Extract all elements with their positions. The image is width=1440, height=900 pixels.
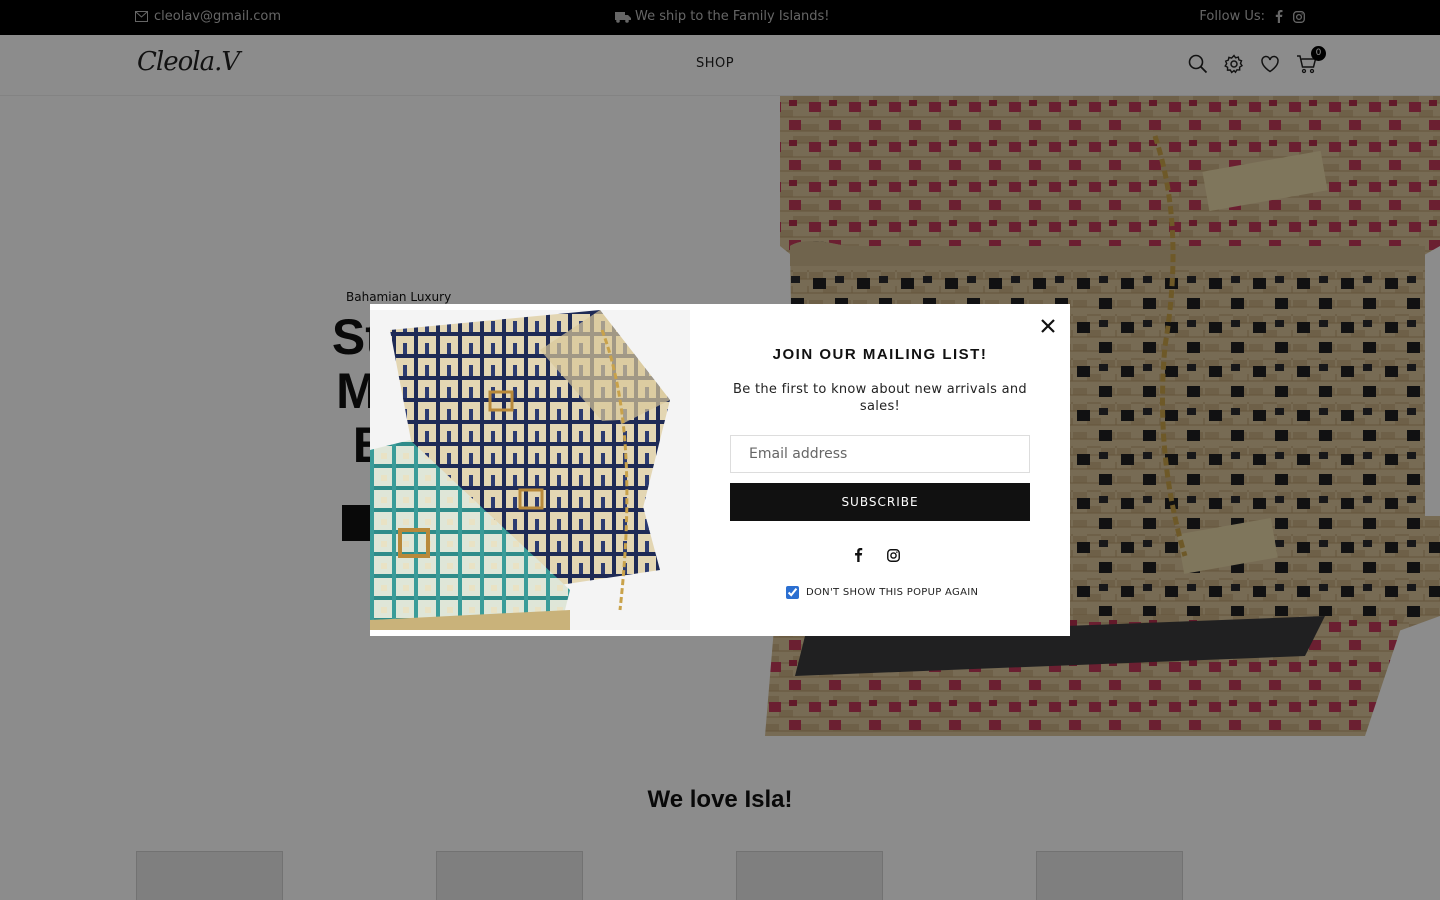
- facebook-icon[interactable]: [854, 547, 863, 566]
- instagram-icon[interactable]: [887, 547, 900, 566]
- dont-show-again-checkbox[interactable]: [786, 586, 799, 599]
- close-icon[interactable]: [1038, 316, 1058, 336]
- dont-show-again[interactable]: DON'T SHOW THIS POPUP AGAIN: [786, 586, 978, 599]
- email-field[interactable]: [730, 435, 1030, 473]
- popup-image-straw-bags: [370, 310, 690, 630]
- popup-title: JOIN OUR MAILING LIST!: [772, 346, 988, 363]
- popup-social-links: [854, 547, 900, 566]
- dont-show-again-label: DON'T SHOW THIS POPUP AGAIN: [806, 587, 979, 598]
- subscribe-button[interactable]: SUBSCRIBE: [730, 483, 1030, 521]
- popup-description: Be the first to know about new arrivals …: [733, 382, 1027, 414]
- newsletter-popup: JOIN OUR MAILING LIST! Be the first to k…: [370, 304, 1070, 636]
